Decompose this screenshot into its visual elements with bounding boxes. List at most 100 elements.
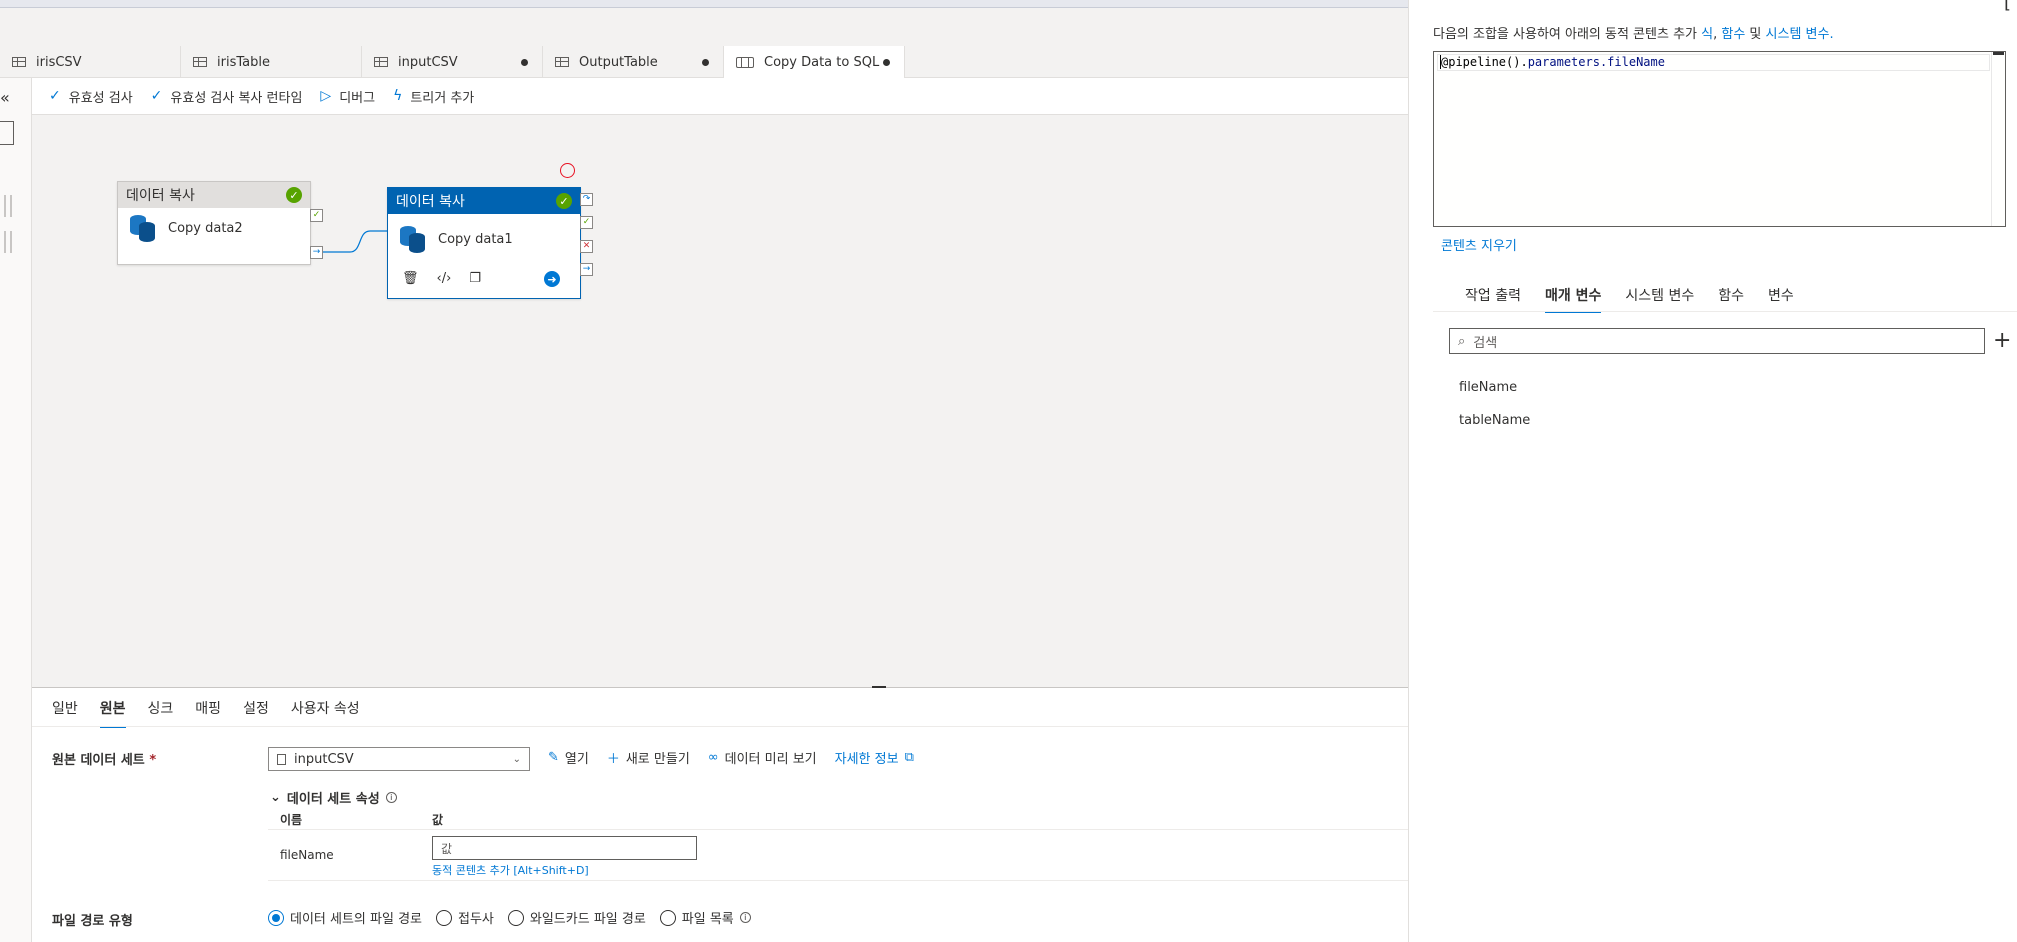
tab-label: OutputTable [579, 54, 658, 70]
radio-circle [268, 909, 284, 926]
unsaved-dot-icon [883, 59, 890, 66]
tab-iristable[interactable]: irisTable [181, 46, 362, 78]
unsaved-dot-icon [521, 59, 528, 66]
dataset-properties-toggle[interactable]: ⌄ 데이터 세트 속성 i [270, 788, 397, 807]
param-value-input[interactable]: 값 [432, 836, 697, 860]
node-name: Copy data2 [168, 220, 243, 236]
copy-activity-node[interactable]: 데이터 복사 ✓ Copy data2 [117, 181, 311, 265]
tab-outputtable[interactable]: OutputTable [543, 46, 724, 78]
radio-circle [507, 909, 524, 926]
radio-dataset-path[interactable]: 데이터 세트의 파일 경로 [268, 908, 422, 927]
functions-link[interactable]: 함수 [1721, 27, 1745, 42]
info-icon: i [739, 912, 751, 923]
on-success-port-icon[interactable]: ✓ [580, 216, 593, 229]
tab-system-variables[interactable]: 시스템 변수 [1625, 285, 1694, 313]
radio-file-list[interactable]: 파일 목록 i [659, 908, 751, 927]
desc-text: . [1829, 27, 1834, 42]
parameter-item-filename[interactable]: fileName [1459, 380, 1517, 395]
tab-activity-outputs[interactable]: 작업 출력 [1465, 285, 1521, 313]
radio-wildcard[interactable]: 와일드카드 파일 경로 [507, 908, 646, 927]
on-completion-port-icon[interactable]: → [580, 263, 593, 276]
check-icon: ✓ [150, 88, 163, 104]
collapse-icon[interactable]: « [0, 88, 10, 107]
add-dynamic-content-link[interactable]: 동적 콘텐츠 추가 [Alt+Shift+D] [432, 862, 1408, 878]
copy-activity-node-selected[interactable]: 데이터 복사 ✓ Copy data1 🗑 ‹/› ❐ ➜ [387, 187, 581, 299]
copy-data-icon [400, 226, 426, 253]
edit-icon: ✎ [548, 750, 559, 765]
expression-line[interactable]: @pipeline().parameters.fileName [1437, 54, 1990, 71]
file-path-type-label: 파일 경로 유형 [52, 914, 133, 929]
tab-iriscsv[interactable]: irisCSV [0, 46, 181, 78]
tab-settings[interactable]: 설정 [243, 698, 269, 728]
radio-circle [436, 909, 452, 926]
check-icon: ✓ [49, 88, 61, 104]
param-name: fileName [280, 848, 334, 862]
on-failure-port-icon[interactable]: ✕ [580, 240, 593, 253]
learn-more-link[interactable]: 자세한 정보 ⧉ [835, 748, 914, 767]
code-icon[interactable]: ‹/› [437, 271, 452, 286]
activity-properties-panel: 일반 원본 싱크 매핑 설정 사용자 속성 원본 데이터 세트 * inputC… [32, 688, 1408, 942]
expression-link[interactable]: 식 [1701, 27, 1713, 42]
pipeline-canvas[interactable]: 데이터 복사 ✓ Copy data2 ✓ → 데이터 복사 ✓ Copy da… [32, 115, 1408, 687]
info-icon: i [385, 792, 397, 803]
drag-handle-icon[interactable] [4, 195, 12, 217]
search-icon: ⌕ [1458, 333, 1466, 349]
tab-source[interactable]: 원본 [99, 698, 126, 728]
tab-sink[interactable]: 싱크 [148, 698, 174, 728]
tab-variables[interactable]: 변수 [1768, 285, 1794, 313]
dynamic-content-panel: [ 다음의 조합을 사용하여 아래의 동적 콘텐츠 추가 식, 함수 및 시스템… [1408, 0, 2017, 942]
node-type-label: 데이터 복사 [396, 194, 465, 210]
file-path-type-radios: 데이터 세트의 파일 경로 접두사 와일드카드 파일 경로 파일 목록 i [268, 908, 751, 927]
table-icon [193, 57, 207, 67]
on-success-port-icon[interactable]: ✓ [310, 209, 323, 222]
activity-box-icon[interactable] [0, 121, 14, 145]
expression-editor[interactable]: @pipeline().parameters.fileName [1433, 51, 2006, 227]
preview-data-button[interactable]: ∞ 데이터 미리 보기 [708, 748, 817, 767]
add-parameter-icon[interactable]: + [1993, 328, 2011, 354]
table-icon [555, 57, 569, 67]
delete-icon[interactable]: 🗑 [402, 271, 419, 286]
on-skip-port-icon[interactable]: ↷ [580, 193, 593, 206]
go-to-details-icon[interactable]: ➜ [544, 271, 560, 287]
new-label: 새로 만들기 [625, 752, 690, 767]
tab-functions[interactable]: 함수 [1718, 285, 1744, 313]
node-body: Copy data1 [388, 214, 580, 264]
editor-tab-bar: irisCSV irisTable inputCSV OutputTable C… [0, 46, 1408, 79]
label-text: 원본 데이터 세트 [52, 753, 145, 768]
tab-parameters[interactable]: 매개 변수 [1544, 285, 1602, 313]
node-type-label: 데이터 복사 [126, 188, 195, 204]
annotation-circle [560, 163, 575, 178]
new-button[interactable]: ＋ 새로 만들기 [607, 748, 690, 767]
debug-button[interactable]: ▷ 디버그 [320, 87, 375, 106]
node-header: 데이터 복사 ✓ [118, 182, 310, 208]
close-icon[interactable]: [ [2004, 0, 2011, 13]
search-input[interactable]: ⌕ 검색 [1449, 328, 1985, 354]
expression-param: parameters.fileName [1527, 55, 1665, 69]
clone-icon[interactable]: ❐ [469, 271, 481, 286]
source-dataset-label: 원본 데이터 세트 * [52, 749, 156, 768]
tab-mapping[interactable]: 매핑 [195, 698, 221, 728]
add-trigger-button[interactable]: ϟ 트리거 추가 [393, 87, 474, 106]
content-tabs: 작업 출력 매개 변수 시스템 변수 함수 변수 [1465, 285, 1794, 313]
column-name-header: 이름 [280, 813, 303, 827]
divider [1433, 311, 2017, 312]
table-icon [12, 57, 26, 67]
system-variables-link[interactable]: 시스템 변수 [1766, 27, 1830, 42]
trigger-icon: ϟ [393, 88, 403, 104]
source-dataset-select[interactable]: inputCSV ⌄ [268, 747, 530, 771]
unsaved-dot-icon [702, 59, 709, 66]
tab-copy-data-to-sql[interactable]: Copy Data to SQL [724, 46, 905, 79]
parameter-item-tablename[interactable]: tableName [1459, 413, 1530, 428]
desc-text: 및 [1745, 27, 1766, 42]
validate-button[interactable]: ✓ 유효성 검사 [49, 87, 133, 106]
open-button[interactable]: ✎ 열기 [548, 748, 589, 767]
tab-inputcsv[interactable]: inputCSV [362, 46, 543, 78]
tab-general[interactable]: 일반 [52, 698, 78, 728]
clear-contents-link[interactable]: 콘텐츠 지우기 [1441, 235, 1517, 254]
drag-handle-icon[interactable] [4, 231, 12, 253]
tab-user-properties[interactable]: 사용자 속성 [291, 698, 360, 728]
validate-copy-runtime-button[interactable]: ✓ 유효성 검사 복사 런타임 [151, 87, 303, 106]
radio-prefix[interactable]: 접두사 [436, 908, 494, 927]
chevron-down-icon: ⌄ [270, 790, 281, 805]
editor-scrollbar[interactable] [1991, 52, 2005, 226]
